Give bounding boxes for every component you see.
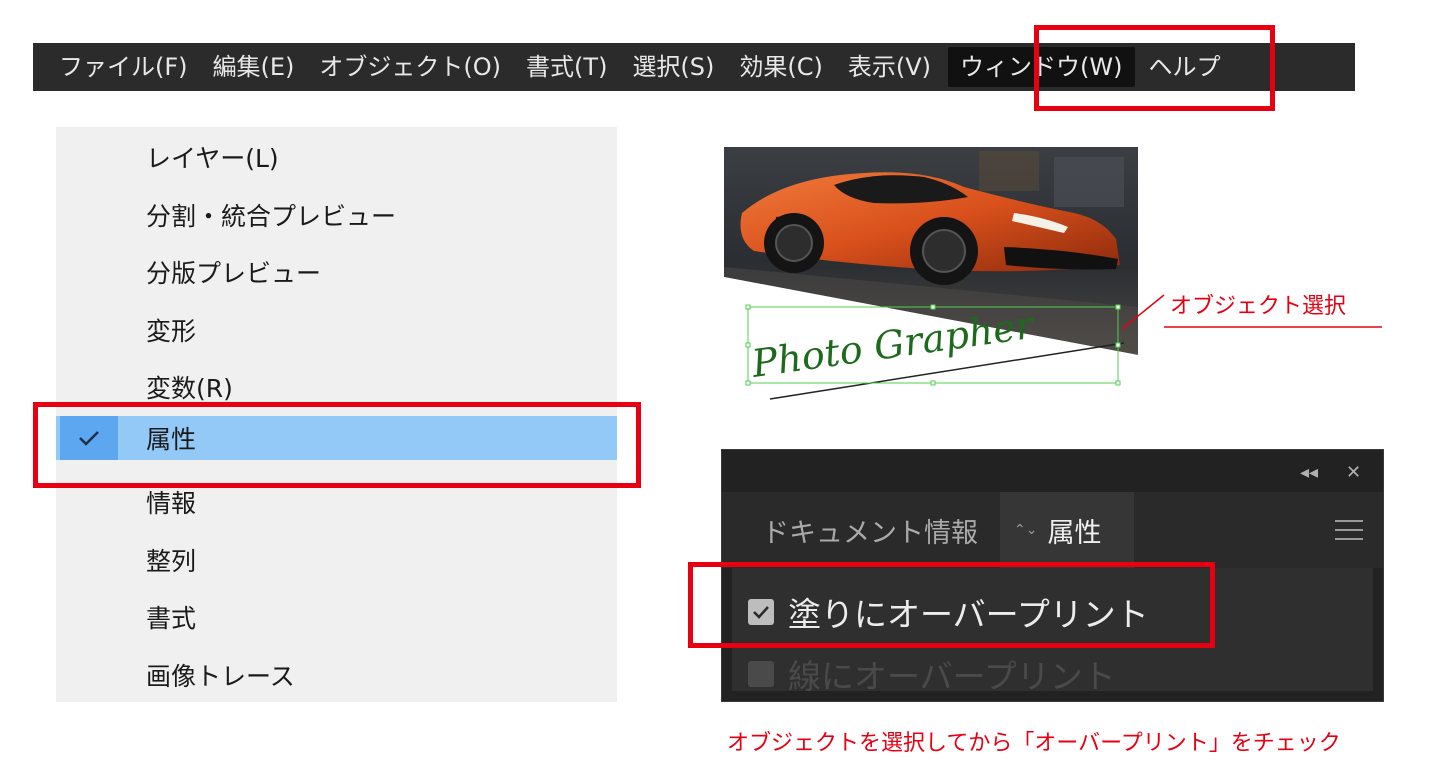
menu-item-label: 画像トレース: [146, 662, 295, 691]
hamburger-icon[interactable]: [1335, 520, 1363, 542]
menu-item-separations-preview[interactable]: 分版プレビュー: [56, 250, 617, 294]
menu-item-label: 分割・統合プレビュー: [146, 202, 397, 231]
menu-item-label: 変形: [146, 317, 197, 346]
panel-header: ◂◂ ✕: [722, 450, 1383, 492]
menu-item-attributes[interactable]: 属性: [56, 416, 617, 460]
tab-document-info[interactable]: ドキュメント情報: [762, 492, 978, 568]
menu-item-type[interactable]: 書式: [56, 595, 617, 639]
menu-edit[interactable]: 編集(E): [213, 43, 295, 91]
collapse-panel-icon[interactable]: ◂◂: [1300, 462, 1318, 483]
menu-file[interactable]: ファイル(F): [59, 43, 188, 91]
menu-item-flattener-preview[interactable]: 分割・統合プレビュー: [56, 193, 617, 237]
checkmark-icon: [60, 416, 118, 460]
menu-window[interactable]: ウィンドウ(W): [948, 47, 1135, 87]
menu-item-info[interactable]: 情報: [56, 480, 617, 524]
menu-item-label: 整列: [146, 547, 197, 576]
instruction-caption: オブジェクトを選択してから「オーバープリント」をチェック: [727, 731, 1341, 756]
overprint-stroke-label: 線にオーバープリント: [788, 657, 1116, 696]
menu-item-layers[interactable]: レイヤー(L): [56, 135, 617, 179]
menu-object[interactable]: オブジェクト(O): [319, 43, 501, 91]
menu-item-align[interactable]: 整列: [56, 538, 617, 582]
object-select-annotation: オブジェクト選択: [1170, 294, 1347, 319]
menu-item-label: 情報: [146, 489, 197, 518]
tab-attributes[interactable]: ⌃⌄ 属性: [1000, 492, 1134, 568]
panel-tab-bar: ドキュメント情報 ⌃⌄ 属性: [722, 492, 1383, 568]
menu-item-label: レイヤー(L): [146, 144, 279, 173]
menu-item-label: 分版プレビュー: [146, 259, 322, 288]
checkbox-unchecked-icon: [748, 661, 774, 687]
tab-label: ドキュメント情報: [762, 517, 978, 549]
menu-select[interactable]: 選択(S): [632, 43, 714, 91]
overprint-fill-checkbox[interactable]: 塗りにオーバープリント: [748, 588, 1149, 636]
checkbox-checked-icon: [748, 599, 774, 625]
menu-item-image-trace[interactable]: 画像トレース: [56, 653, 617, 697]
updown-arrows-icon: ⌃⌄: [1014, 522, 1038, 538]
menu-item-variables[interactable]: 変数(R): [56, 365, 617, 409]
menu-effect[interactable]: 効果(C): [739, 43, 822, 91]
menu-bar: ファイル(F) 編集(E) オブジェクト(O) 書式(T) 選択(S) 効果(C…: [33, 43, 1355, 91]
menu-help[interactable]: ヘルプ: [1149, 43, 1221, 91]
panel-body: 塗りにオーバープリント 線にオーバープリント: [732, 568, 1373, 696]
overprint-stroke-checkbox[interactable]: 線にオーバープリント: [748, 650, 1116, 698]
menu-item-label: 属性: [146, 425, 197, 454]
overprint-fill-label: 塗りにオーバープリント: [788, 595, 1149, 634]
menu-item-label: 変数(R): [146, 374, 233, 403]
attributes-panel: ◂◂ ✕ ドキュメント情報 ⌃⌄ 属性 塗りにオーバープリント 線にオーバープリ…: [721, 449, 1384, 702]
window-menu-dropdown: レイヤー(L) 分割・統合プレビュー 分版プレビュー 変形 変数(R) 属性 情…: [56, 127, 617, 702]
menu-item-label: 書式: [146, 604, 197, 633]
menu-view[interactable]: 表示(V): [848, 43, 931, 91]
close-panel-icon[interactable]: ✕: [1346, 462, 1361, 483]
menu-type[interactable]: 書式(T): [526, 43, 607, 91]
tab-label: 属性: [1047, 517, 1102, 549]
car-photo-artwork: Photo Grapher: [724, 147, 1138, 403]
menu-item-transform[interactable]: 変形: [56, 308, 617, 352]
